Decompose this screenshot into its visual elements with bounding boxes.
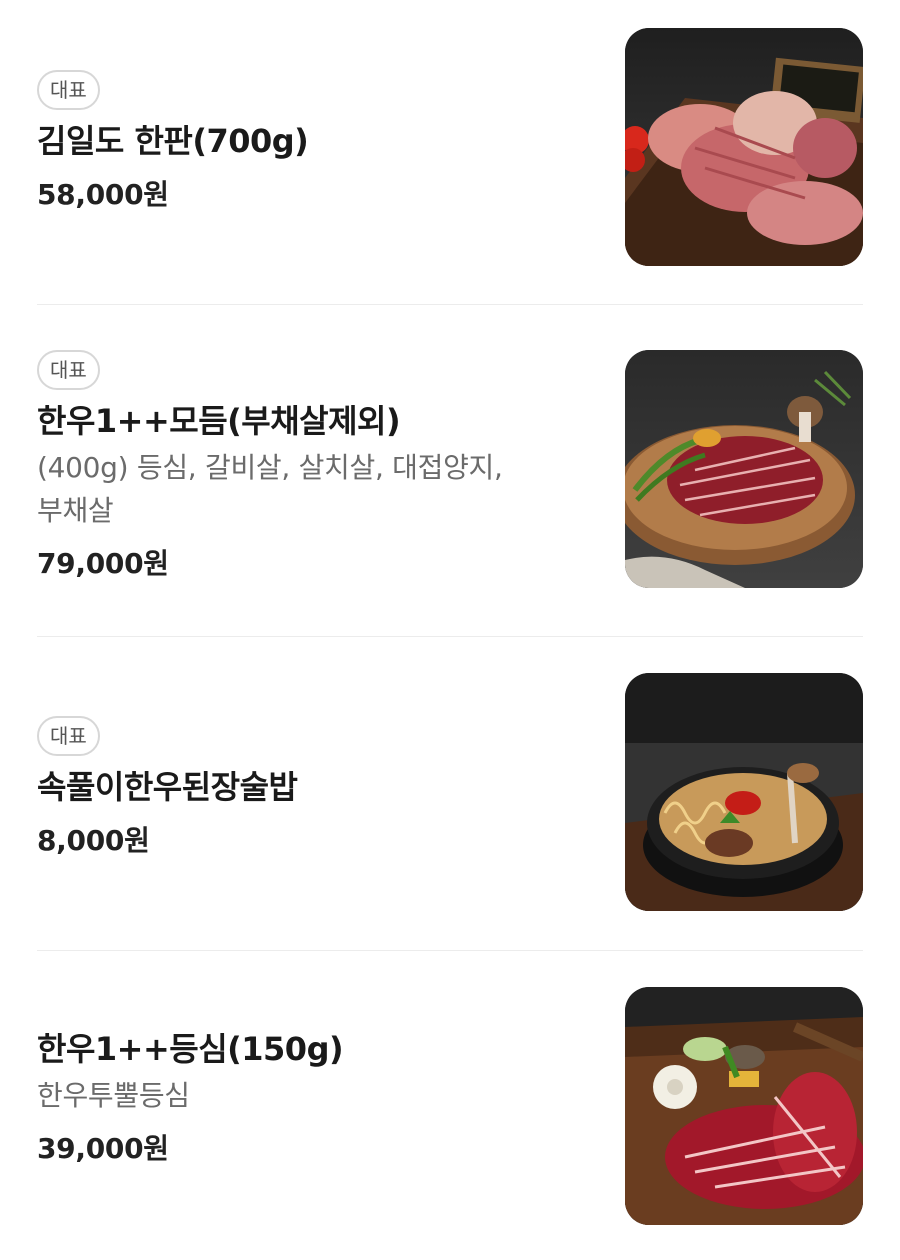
divider — [37, 304, 863, 305]
representative-badge: 대표 — [37, 716, 100, 756]
menu-item-description-line: (400g) 등심, 갈비살, 살치살, 대접양지, — [37, 451, 503, 484]
menu-item-price: 79,000원 — [37, 547, 169, 580]
menu-item-name: 한우1++모듬(부채살제외) — [37, 402, 401, 440]
menu-item-hanwoo-assorted[interactable]: 대표 한우1++모듬(부채살제외) (400g) 등심, 갈비살, 살치살, 대… — [37, 350, 863, 592]
menu-item-price: 8,000원 — [37, 824, 150, 857]
menu-list: 대표 김일도 한판(700g) 58,000원 대표 한우1++모듬(부채살제외… — [0, 0, 900, 1260]
menu-item-text: 대표 김일도 한판(700g) 58,000원 — [37, 70, 597, 215]
menu-item-doenjang-sulbap[interactable]: 대표 속풀이한우된장술밥 8,000원 — [37, 673, 863, 915]
representative-badge: 대표 — [37, 350, 100, 390]
divider — [37, 950, 863, 951]
menu-item-description: 한우투뿔등심 — [37, 1079, 190, 1112]
menu-item-name: 한우1++등심(150g) — [37, 1030, 344, 1068]
menu-item-photo[interactable] — [625, 350, 863, 588]
menu-item-photo[interactable] — [625, 987, 863, 1225]
menu-item-description: (400g) 등심, 갈비살, 살치살, 대접양지, 부채살 — [37, 446, 597, 532]
menu-item-name: 속풀이한우된장술밥 — [37, 768, 298, 806]
menu-item-photo[interactable] — [625, 28, 863, 266]
menu-item-hanwoo-sirloin[interactable]: 한우1++등심(150g) 한우투뿔등심 39,000원 — [37, 987, 863, 1229]
menu-item-name: 김일도 한판(700g) — [37, 122, 309, 160]
menu-item-text: 대표 속풀이한우된장술밥 8,000원 — [37, 716, 597, 861]
menu-item-kimildo-hanpan[interactable]: 대표 김일도 한판(700g) 58,000원 — [37, 28, 863, 268]
representative-badge: 대표 — [37, 70, 100, 110]
menu-item-text: 대표 한우1++모듬(부채살제외) (400g) 등심, 갈비살, 살치살, 대… — [37, 350, 597, 584]
menu-item-photo[interactable] — [625, 673, 863, 911]
menu-item-price: 58,000원 — [37, 178, 169, 211]
menu-item-description-line: 부채살 — [37, 494, 114, 527]
divider — [37, 636, 863, 637]
menu-item-price: 39,000원 — [37, 1132, 169, 1165]
menu-item-text: 한우1++등심(150g) 한우투뿔등심 39,000원 — [37, 1027, 597, 1169]
